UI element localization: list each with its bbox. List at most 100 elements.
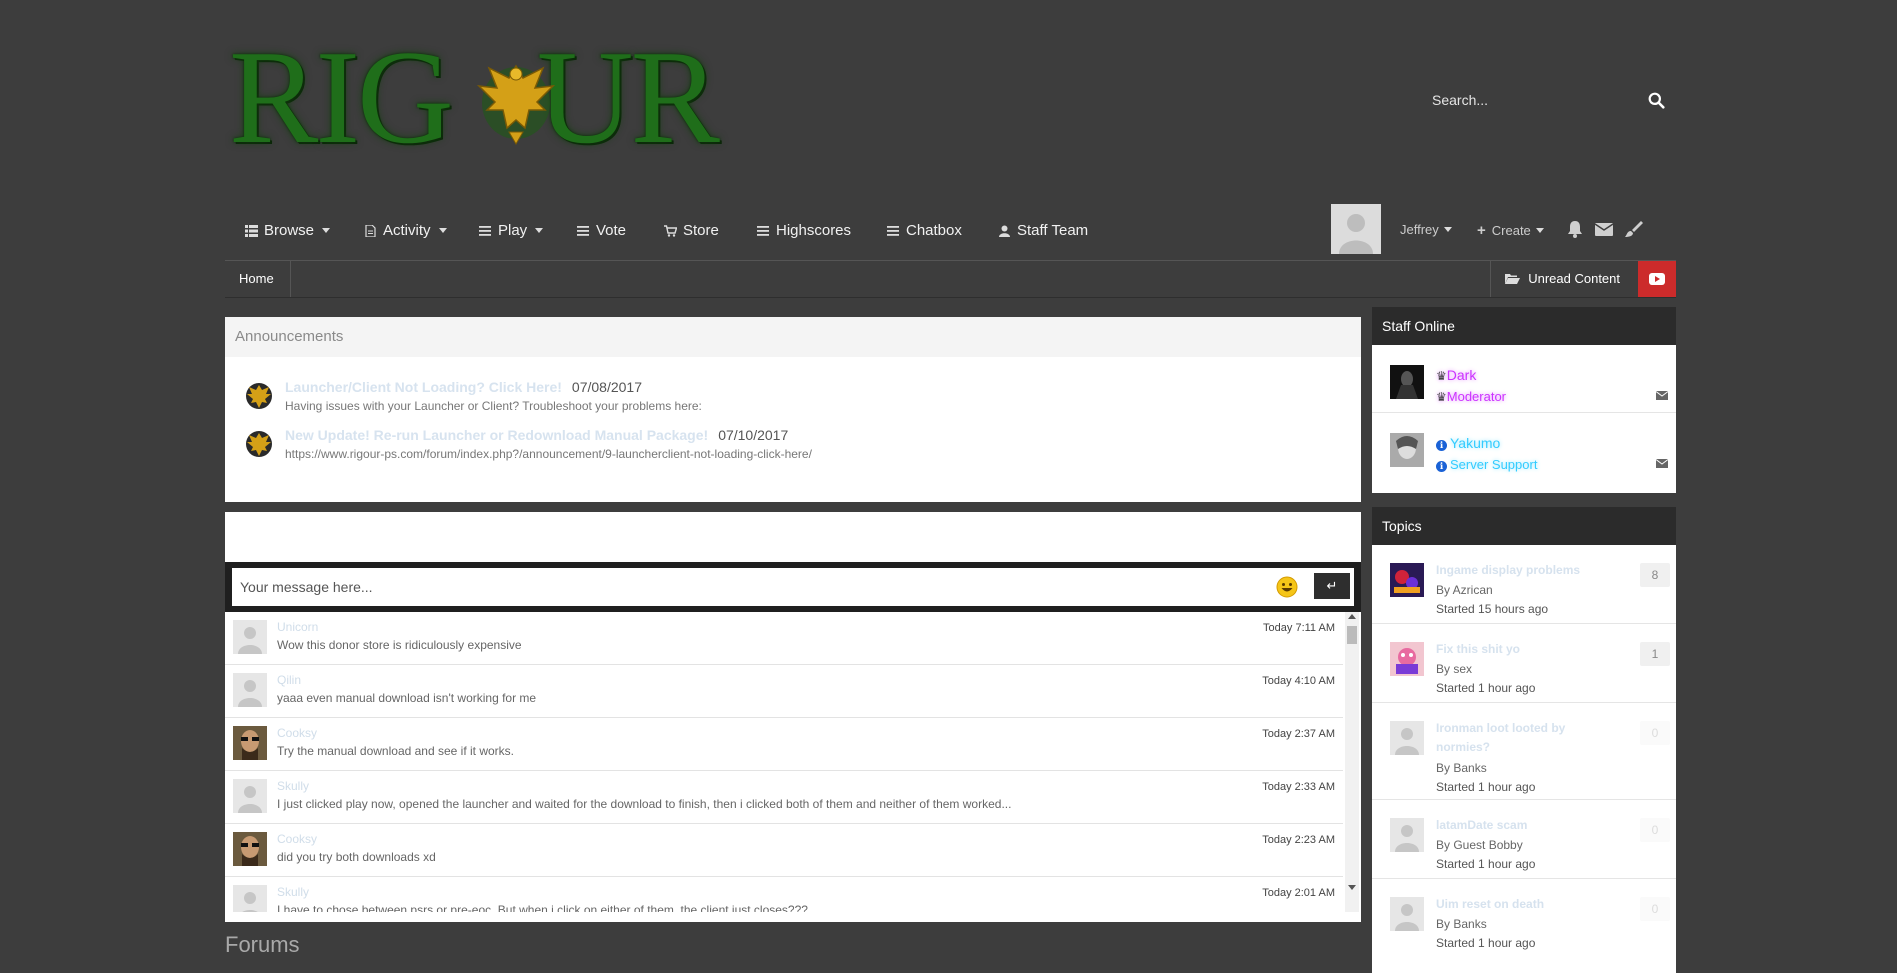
chatbox-panel: ↵ Unicorn Wow this donor store is ridicu… bbox=[225, 512, 1361, 922]
topic-started: Started 1 hour ago bbox=[1436, 681, 1536, 695]
announcement-desc: https://www.rigour-ps.com/forum/index.ph… bbox=[285, 447, 812, 461]
topic-author: By Azrican bbox=[1436, 583, 1493, 597]
nav-play[interactable]: Play bbox=[479, 222, 544, 239]
default-avatar-icon bbox=[1331, 204, 1381, 254]
staff-name-text[interactable]: Yakumo bbox=[1450, 435, 1500, 451]
unread-label: Unread Content bbox=[1528, 271, 1620, 286]
chat-username[interactable]: Cooksy bbox=[277, 832, 317, 846]
default-avatar-icon[interactable] bbox=[1390, 721, 1424, 755]
chat-time: Today 2:23 AM bbox=[1262, 834, 1335, 846]
chevron-down-icon bbox=[535, 228, 544, 233]
default-avatar-icon bbox=[233, 620, 267, 654]
folder-open-icon bbox=[1505, 274, 1521, 284]
search-icon[interactable] bbox=[1648, 92, 1665, 109]
chat-username[interactable]: Qilin bbox=[277, 673, 301, 687]
topic-author: By Guest Bobby bbox=[1436, 838, 1523, 852]
chevron-down-icon bbox=[438, 228, 447, 233]
send-button[interactable]: ↵ bbox=[1314, 573, 1350, 599]
staff-name[interactable]: ℹ Yakumo bbox=[1436, 435, 1500, 451]
topic-title[interactable]: Fix this shit yo bbox=[1436, 640, 1596, 659]
youtube-button[interactable] bbox=[1638, 261, 1676, 297]
topic-title[interactable]: Ironman loot looted by normies? bbox=[1436, 719, 1596, 757]
user-menu[interactable]: Jeffrey bbox=[1400, 222, 1452, 237]
topic-author: By Banks bbox=[1436, 761, 1487, 775]
default-avatar-icon[interactable] bbox=[1390, 818, 1424, 852]
nav-highscores[interactable]: Highscores bbox=[757, 222, 851, 239]
staff-avatar[interactable] bbox=[1390, 433, 1424, 467]
envelope-icon[interactable] bbox=[1656, 391, 1668, 400]
topic-title[interactable]: Uim reset on death bbox=[1436, 895, 1596, 914]
staff-name[interactable]: ♛Dark bbox=[1436, 367, 1476, 383]
default-avatar-icon[interactable] bbox=[1390, 897, 1424, 931]
chat-scrollbar[interactable] bbox=[1345, 612, 1359, 912]
announcement-title[interactable]: New Update! Re-run Launcher or Redownloa… bbox=[285, 427, 788, 443]
chat-username[interactable]: Skully bbox=[277, 779, 309, 793]
chevron-down-icon bbox=[1535, 228, 1544, 233]
chat-message: Qilin yaaa even manual download isn't wo… bbox=[225, 665, 1343, 718]
envelope-icon[interactable] bbox=[1656, 459, 1668, 468]
nav-activity[interactable]: Activity bbox=[364, 222, 447, 239]
announcement-title-text[interactable]: New Update! Re-run Launcher or Redownloa… bbox=[285, 427, 708, 443]
envelope-icon[interactable] bbox=[1594, 219, 1614, 239]
site-logo[interactable]: RIG UR bbox=[225, 30, 760, 164]
chat-username[interactable]: Cooksy bbox=[277, 726, 317, 740]
chat-text: I have to chose between psrs or pre-eoc.… bbox=[277, 903, 808, 912]
staff-name-text[interactable]: Dark bbox=[1447, 367, 1477, 383]
chat-time: Today 2:01 AM bbox=[1262, 887, 1335, 899]
nav-staff-team[interactable]: Staff Team bbox=[998, 222, 1088, 239]
chat-message-list: Unicorn Wow this donor store is ridiculo… bbox=[225, 612, 1343, 912]
info-icon: ℹ bbox=[1436, 440, 1447, 451]
emoji-icon[interactable] bbox=[1276, 576, 1298, 598]
scroll-thumb[interactable] bbox=[1347, 626, 1357, 644]
staff-role-text: Moderator bbox=[1446, 389, 1507, 404]
nav-label: Play bbox=[498, 222, 528, 239]
announcement-eagle-icon bbox=[246, 383, 272, 409]
menu-icon bbox=[479, 225, 491, 236]
nav-label: Staff Team bbox=[1017, 222, 1089, 239]
topic-author-avatar[interactable] bbox=[1390, 642, 1424, 676]
chat-time: Today 2:33 AM bbox=[1262, 781, 1335, 793]
chat-text: did you try both downloads xd bbox=[277, 850, 436, 864]
avatar[interactable] bbox=[1331, 204, 1381, 254]
breadcrumb-home[interactable]: Home bbox=[225, 261, 291, 297]
scroll-down-icon[interactable] bbox=[1348, 885, 1356, 890]
staff-avatar[interactable] bbox=[1390, 365, 1424, 399]
topic-author-avatar[interactable] bbox=[1390, 563, 1424, 597]
default-avatar-icon bbox=[233, 885, 267, 912]
create-label: Create bbox=[1491, 223, 1531, 238]
scroll-up-icon[interactable] bbox=[1348, 614, 1356, 619]
chat-time: Today 4:10 AM bbox=[1262, 675, 1335, 687]
chat-message-input[interactable] bbox=[240, 579, 1200, 595]
eagle-emblem-icon bbox=[476, 64, 556, 145]
chat-username[interactable]: Skully bbox=[277, 885, 309, 899]
chat-time: Today 7:11 AM bbox=[1263, 622, 1335, 634]
chat-message: Unicorn Wow this donor store is ridiculo… bbox=[225, 612, 1343, 665]
topic-title[interactable]: Ingame display problems bbox=[1436, 561, 1596, 580]
bell-icon[interactable] bbox=[1565, 219, 1585, 239]
chevron-down-icon bbox=[322, 228, 331, 233]
topic-title[interactable]: latamDate scam bbox=[1436, 816, 1596, 835]
nav-chatbox[interactable]: Chatbox bbox=[887, 222, 962, 239]
staff-online-heading: Staff Online bbox=[1372, 307, 1676, 345]
nav-vote[interactable]: Vote bbox=[577, 222, 626, 239]
nav-browse[interactable]: Browse bbox=[245, 222, 331, 239]
chat-message: Skully I just clicked play now, opened t… bbox=[225, 771, 1343, 824]
user-photo-avatar bbox=[233, 832, 267, 866]
staff-role: ℹ Server Support bbox=[1436, 457, 1537, 472]
chat-text: yaaa even manual download isn't working … bbox=[277, 691, 537, 705]
search-input[interactable] bbox=[1430, 88, 1630, 112]
announcement-title[interactable]: Launcher/Client Not Loading? Click Here!… bbox=[285, 379, 642, 395]
brush-icon[interactable] bbox=[1623, 219, 1643, 239]
chat-input-wrapper: ↵ bbox=[232, 568, 1354, 606]
topic-reply-count: 0 bbox=[1640, 721, 1670, 745]
announcements-panel: Announcements Launcher/Client Not Loadin… bbox=[225, 317, 1361, 502]
nav-label: Activity bbox=[383, 222, 431, 239]
announcement-title-text[interactable]: Launcher/Client Not Loading? Click Here! bbox=[285, 379, 562, 395]
unread-content-link[interactable]: Unread Content bbox=[1490, 261, 1634, 297]
create-menu[interactable]: + Create bbox=[1477, 222, 1544, 239]
default-avatar-icon bbox=[233, 673, 267, 707]
chat-username[interactable]: Unicorn bbox=[277, 620, 318, 634]
staff-online-panel: Staff Online ♛Dark ♛Moderator ℹ Yakumo ℹS… bbox=[1372, 307, 1676, 493]
nav-store[interactable]: Store bbox=[664, 222, 719, 239]
default-avatar-icon bbox=[233, 779, 267, 813]
